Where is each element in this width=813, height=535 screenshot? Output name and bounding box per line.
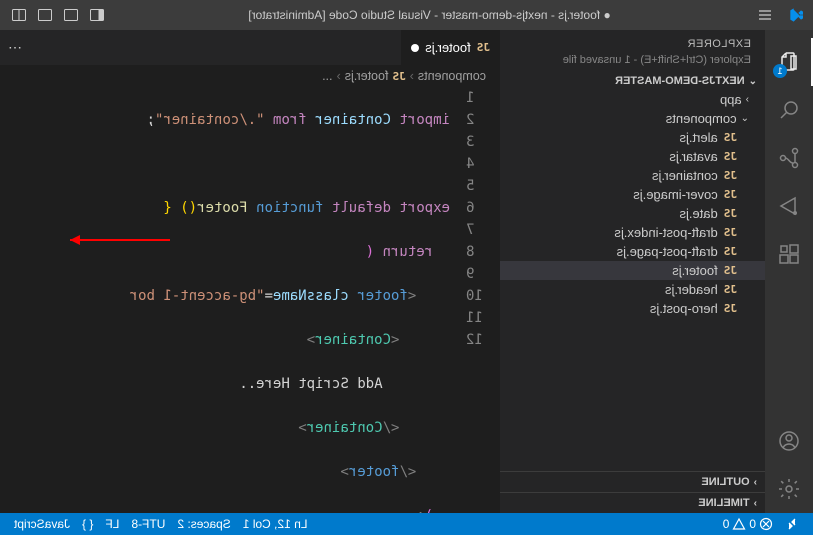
status-problems[interactable]: 0 0 xyxy=(717,517,779,531)
js-file-icon: JS xyxy=(724,283,737,296)
status-remote[interactable] xyxy=(779,517,805,531)
sidebar-title: EXPLORER xyxy=(500,30,765,54)
activity-search[interactable] xyxy=(765,86,813,134)
tab-bar: JS footer.js ⋯ xyxy=(0,30,500,65)
vscode-icon xyxy=(779,7,805,23)
dirty-indicator xyxy=(411,44,419,52)
folder-root[interactable]: ⌄ NEXTJS-DEMO-MASTER xyxy=(500,72,765,90)
file-item[interactable]: JSdate.js xyxy=(500,204,765,223)
outline-section[interactable]: › OUTLINE xyxy=(500,471,765,492)
activity-account[interactable] xyxy=(765,417,813,465)
menu-button[interactable] xyxy=(751,7,779,23)
line-gutter: 1 2 3 4 5 6 7 8 9 10 11 12 xyxy=(450,87,500,513)
layout-panel-bottom-icon[interactable] xyxy=(60,4,82,26)
file-item[interactable]: JSheader.js xyxy=(500,280,765,299)
chevron-right-icon: › xyxy=(754,498,757,509)
file-item[interactable]: JSdraft-post-page.js xyxy=(500,242,765,261)
titlebar: ● footer.js - nextjs-demo-master - Visua… xyxy=(0,0,813,30)
status-encoding[interactable]: UTF-8 xyxy=(125,517,171,531)
activity-bar: 1 xyxy=(765,30,813,513)
layout-customize-icon[interactable] xyxy=(8,4,30,26)
activity-source-control[interactable] xyxy=(765,134,813,182)
folder-app[interactable]: › app xyxy=(500,90,765,109)
js-file-icon: JS xyxy=(724,302,737,315)
file-item[interactable]: JScontainer.js xyxy=(500,166,765,185)
status-language[interactable]: JavaScript xyxy=(8,517,76,531)
activity-run-debug[interactable] xyxy=(765,182,813,230)
status-eol[interactable]: LF xyxy=(99,517,125,531)
activity-explorer[interactable]: 1 xyxy=(765,38,813,86)
js-file-icon: JS xyxy=(477,41,490,54)
explorer-badge: 1 xyxy=(773,64,787,78)
file-item[interactable]: JSavatar.js xyxy=(500,147,765,166)
status-braces[interactable]: { } xyxy=(76,517,99,531)
file-item[interactable]: JShero-post.js xyxy=(500,299,765,318)
file-item[interactable]: JScover-image.js xyxy=(500,185,765,204)
js-file-icon: JS xyxy=(724,169,737,182)
js-file-icon: JS xyxy=(392,70,405,83)
activity-extensions[interactable] xyxy=(765,230,813,278)
js-file-icon: JS xyxy=(724,226,737,239)
tab-more-actions[interactable]: ⋯ xyxy=(0,30,30,65)
chevron-right-icon: › xyxy=(337,69,341,83)
js-file-icon: JS xyxy=(724,245,737,258)
js-file-icon: JS xyxy=(724,188,737,201)
file-item-footer[interactable]: JSfooter.js xyxy=(500,261,765,280)
window-title: ● footer.js - nextjs-demo-master - Visua… xyxy=(108,8,751,22)
js-file-icon: JS xyxy=(724,207,737,220)
status-indent[interactable]: Spaces: 2 xyxy=(171,517,236,531)
file-item[interactable]: JSdraft-post-index.js xyxy=(500,223,765,242)
chevron-right-icon: › xyxy=(410,69,414,83)
activity-settings[interactable] xyxy=(765,465,813,513)
code-content[interactable]: import Container from "./container"; exp… xyxy=(0,87,450,513)
js-file-icon: JS xyxy=(724,264,737,277)
layout-panel-left-icon[interactable] xyxy=(86,4,108,26)
folder-components[interactable]: ⌄ components xyxy=(500,109,765,128)
chevron-right-icon: › xyxy=(754,477,757,488)
breadcrumb[interactable]: components › JS footer.js › ... xyxy=(0,65,500,87)
annotation-arrow xyxy=(60,230,180,250)
layout-panel-right-icon[interactable] xyxy=(34,4,56,26)
chevron-down-icon: ⌄ xyxy=(749,76,757,87)
chevron-down-icon: ⌄ xyxy=(741,113,749,124)
js-file-icon: JS xyxy=(724,131,737,144)
tab-footer[interactable]: JS footer.js xyxy=(400,30,500,65)
editor-area: JS footer.js ⋯ components › JS footer.js… xyxy=(0,30,500,513)
sidebar-hint: Explorer (Ctrl+Shift+E) - 1 unsaved file xyxy=(500,54,765,72)
code-editor[interactable]: 1 2 3 4 5 6 7 8 9 10 11 12 import Contai… xyxy=(0,87,500,513)
chevron-right-icon: › xyxy=(746,94,749,105)
status-bar: 0 0 Ln 12, Col 1 Spaces: 2 UTF-8 LF { } … xyxy=(0,513,813,535)
file-item[interactable]: JSalert.js xyxy=(500,128,765,147)
timeline-section[interactable]: › TIMELINE xyxy=(500,492,765,513)
sidebar: EXPLORER Explorer (Ctrl+Shift+E) - 1 uns… xyxy=(500,30,765,513)
js-file-icon: JS xyxy=(724,150,737,163)
status-cursor[interactable]: Ln 12, Col 1 xyxy=(237,517,314,531)
